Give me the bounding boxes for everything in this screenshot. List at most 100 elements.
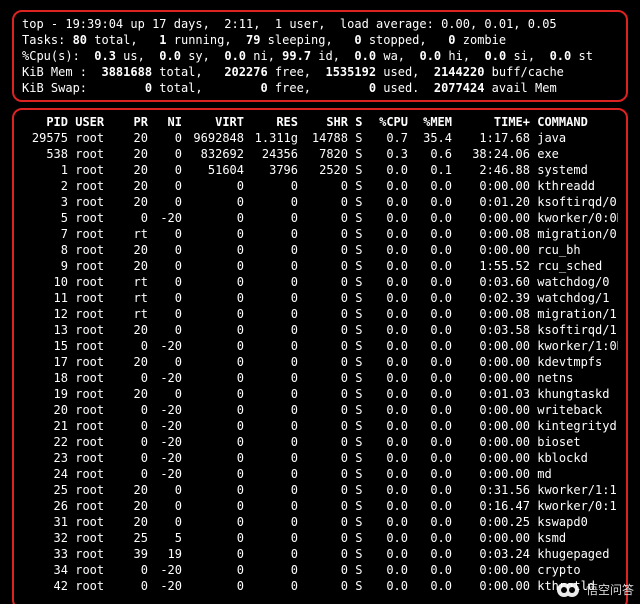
cell-time: 2:46.88	[452, 162, 530, 178]
cell-cmd: kworker/0:0H	[530, 210, 618, 226]
cell-s: S	[348, 162, 364, 178]
cell-res: 0	[244, 210, 298, 226]
cell-pr: 0	[114, 562, 148, 578]
table-row[interactable]: 11 rootrt0000 S0.00.00:02.39 watchdog/1	[22, 290, 618, 306]
table-row[interactable]: 9 root200000 S0.00.01:55.52 rcu_sched	[22, 258, 618, 274]
table-row[interactable]: 25 root200000 S0.00.00:31.56 kworker/1:1	[22, 482, 618, 498]
table-row[interactable]: 17 root200000 S0.00.00:00.00 kdevtmpfs	[22, 354, 618, 370]
table-row[interactable]: 8 root200000 S0.00.00:00.00 rcu_bh	[22, 242, 618, 258]
col-user[interactable]: USER	[68, 114, 114, 130]
cell-s: S	[348, 530, 364, 546]
table-row[interactable]: 13 root200000 S0.00.00:03.58 ksoftirqd/1	[22, 322, 618, 338]
table-row[interactable]: 42 root0-20000 S0.00.00:00.00 kthrotld	[22, 578, 618, 594]
cell-cpu: 0.0	[364, 226, 408, 242]
table-row[interactable]: 7 rootrt0000 S0.00.00:00.08 migration/0	[22, 226, 618, 242]
cell-cpu: 0.0	[364, 322, 408, 338]
cell-pid: 34	[22, 562, 68, 578]
table-row[interactable]: 20 root0-20000 S0.00.00:00.00 writeback	[22, 402, 618, 418]
table-row[interactable]: 33 root3919000 S0.00.00:03.24 khugepaged	[22, 546, 618, 562]
table-row[interactable]: 23 root0-20000 S0.00.00:00.00 kblockd	[22, 450, 618, 466]
table-row[interactable]: 10 rootrt0000 S0.00.00:03.60 watchdog/0	[22, 274, 618, 290]
cell-virt: 0	[182, 466, 244, 482]
cell-virt: 0	[182, 226, 244, 242]
cell-ni: -20	[148, 338, 182, 354]
table-row[interactable]: 3 root200000 S0.00.00:01.20 ksoftirqd/0	[22, 194, 618, 210]
table-row[interactable]: 31 root200000 S0.00.00:00.25 kswapd0	[22, 514, 618, 530]
table-row[interactable]: 18 root0-20000 S0.00.00:00.00 netns	[22, 370, 618, 386]
col-res[interactable]: RES	[244, 114, 298, 130]
table-row[interactable]: 22 root0-20000 S0.00.00:00.00 bioset	[22, 434, 618, 450]
col-time[interactable]: TIME+	[452, 114, 530, 130]
col-mem[interactable]: %MEM	[408, 114, 452, 130]
table-row[interactable]: 34 root0-20000 S0.00.00:00.00 crypto	[22, 562, 618, 578]
cell-cpu: 0.0	[364, 210, 408, 226]
cell-mem: 0.0	[408, 466, 452, 482]
cell-mem: 0.1	[408, 162, 452, 178]
cell-shr: 0	[298, 226, 348, 242]
cell-pr: 20	[114, 258, 148, 274]
cell-shr: 0	[298, 258, 348, 274]
table-row[interactable]: 32 root255000 S0.00.00:00.00 ksmd	[22, 530, 618, 546]
cell-shr: 0	[298, 322, 348, 338]
col-shr[interactable]: SHR	[298, 114, 348, 130]
cell-ni: -20	[148, 562, 182, 578]
col-ni[interactable]: NI	[148, 114, 182, 130]
cell-time: 1:17.68	[452, 130, 530, 146]
clock-time: 19:39:04	[65, 17, 123, 31]
col-pr[interactable]: PR	[114, 114, 148, 130]
col-cpu[interactable]: %CPU	[364, 114, 408, 130]
cell-time: 0:02.39	[452, 290, 530, 306]
cell-time: 1:55.52	[452, 258, 530, 274]
table-row[interactable]: 12 rootrt0000 S0.00.00:00.08 migration/1	[22, 306, 618, 322]
cell-time: 0:00.00	[452, 402, 530, 418]
cell-user: root	[68, 242, 114, 258]
cell-res: 0	[244, 466, 298, 482]
cell-time: 0:03.24	[452, 546, 530, 562]
cell-res: 0	[244, 482, 298, 498]
cell-pid: 25	[22, 482, 68, 498]
cell-pid: 33	[22, 546, 68, 562]
table-row[interactable]: 2 root200000 S0.00.00:00.00 kthreadd	[22, 178, 618, 194]
table-row[interactable]: 5 root0-20000 S0.00.00:00.00 kworker/0:0…	[22, 210, 618, 226]
table-row[interactable]: 29575 root20096928481.311g14788 S0.735.4…	[22, 130, 618, 146]
table-row[interactable]: 26 root200000 S0.00.00:16.47 kworker/0:1	[22, 498, 618, 514]
cell-user: root	[68, 306, 114, 322]
cell-cpu: 0.0	[364, 242, 408, 258]
cell-s: S	[348, 578, 364, 594]
cell-res: 0	[244, 274, 298, 290]
cell-user: root	[68, 386, 114, 402]
cell-time: 0:00.08	[452, 226, 530, 242]
col-pid[interactable]: PID	[22, 114, 68, 130]
terminal-screen[interactable]: top - 19:39:04 up 17 days, 2:11, 1 user,…	[0, 0, 640, 604]
cell-time: 0:00.25	[452, 514, 530, 530]
cell-shr: 0	[298, 306, 348, 322]
col-cmd[interactable]: COMMAND	[530, 114, 618, 130]
cell-res: 0	[244, 258, 298, 274]
cell-s: S	[348, 146, 364, 162]
cell-pid: 8	[22, 242, 68, 258]
cell-s: S	[348, 370, 364, 386]
col-s[interactable]: S	[348, 114, 364, 130]
cell-s: S	[348, 546, 364, 562]
col-virt[interactable]: VIRT	[182, 114, 244, 130]
table-row[interactable]: 538 root200832692243567820 S0.30.638:24.…	[22, 146, 618, 162]
cell-shr: 0	[298, 578, 348, 594]
cell-res: 3796	[244, 162, 298, 178]
cell-ni: 0	[148, 146, 182, 162]
cell-user: root	[68, 530, 114, 546]
cell-ni: 0	[148, 482, 182, 498]
table-row[interactable]: 21 root0-20000 S0.00.00:00.00 kintegrity…	[22, 418, 618, 434]
cell-shr: 0	[298, 498, 348, 514]
cell-cmd: kworker/0:1	[530, 498, 618, 514]
table-row[interactable]: 1 root2005160437962520 S0.00.12:46.88 sy…	[22, 162, 618, 178]
cell-ni: -20	[148, 450, 182, 466]
cell-cpu: 0.0	[364, 258, 408, 274]
cell-virt: 0	[182, 498, 244, 514]
top-prefix: top -	[22, 17, 65, 31]
table-row[interactable]: 19 root200000 S0.00.00:01.03 khungtaskd	[22, 386, 618, 402]
table-row[interactable]: 15 root0-20000 S0.00.00:00.00 kworker/1:…	[22, 338, 618, 354]
table-row[interactable]: 24 root0-20000 S0.00.00:00.00 md	[22, 466, 618, 482]
cell-mem: 0.0	[408, 450, 452, 466]
cell-mem: 0.0	[408, 306, 452, 322]
cell-ni: 0	[148, 498, 182, 514]
